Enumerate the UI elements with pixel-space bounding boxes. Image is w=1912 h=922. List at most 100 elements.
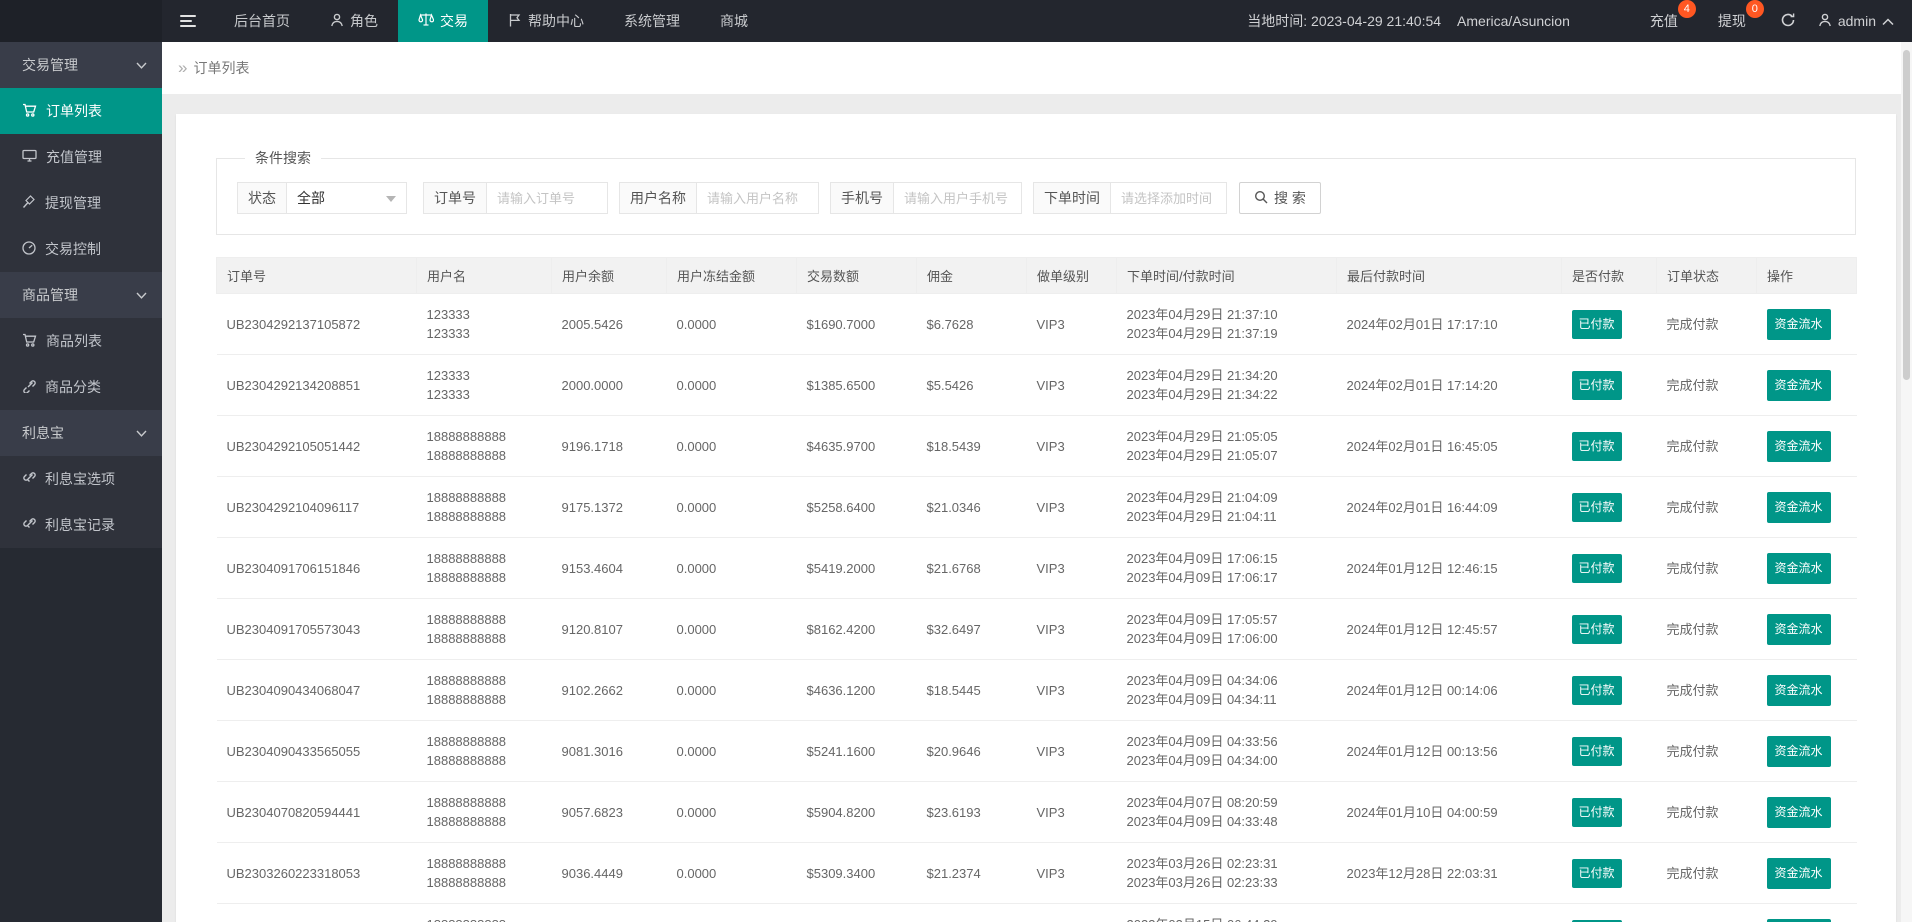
sidebar-group-interest[interactable]: 利息宝 xyxy=(0,410,162,456)
cell-last-pay-time: 2024年01月12日 12:46:15 xyxy=(1336,537,1562,599)
admin-menu[interactable]: admin xyxy=(1818,13,1894,30)
recharge-link[interactable]: 充值 4 xyxy=(1640,0,1696,31)
scrollbar-thumb[interactable] xyxy=(1903,50,1910,380)
recharge-badge: 4 xyxy=(1677,0,1696,18)
cell-commission: $21.0346 xyxy=(916,476,1027,538)
cell-frozen: 0.0000 xyxy=(666,781,797,843)
paid-badge[interactable]: 已付款 xyxy=(1571,614,1622,644)
cell-username: 18888888888 18888888888 xyxy=(416,781,552,843)
nav-item-roles[interactable]: 角色 xyxy=(310,0,398,42)
cell-level: VIP3 xyxy=(1026,537,1117,599)
cell-balance: 9153.4604 xyxy=(551,537,667,599)
fund-flow-button[interactable]: 资金流水 xyxy=(1766,796,1831,828)
cell-action: 资金流水 xyxy=(1756,415,1857,477)
paid-badge[interactable]: 已付款 xyxy=(1571,797,1622,827)
cell-amount: $4635.9700 xyxy=(796,415,917,477)
nav-item-mall[interactable]: 商城 xyxy=(700,0,768,42)
search-legend: 条件搜索 xyxy=(255,150,311,166)
order-time-filter: 下单时间 xyxy=(1033,182,1227,214)
column-header: 交易数额 xyxy=(796,257,917,294)
sidebar-group-product-mgmt[interactable]: 商品管理 xyxy=(0,272,162,318)
status-select[interactable]: 全部 xyxy=(286,182,407,214)
fund-flow-button[interactable]: 资金流水 xyxy=(1766,552,1831,584)
cell-amount: $5258.6400 xyxy=(796,476,917,538)
sidebar-item-interest-records[interactable]: 利息宝记录 xyxy=(0,502,162,548)
cell-level: VIP3 xyxy=(1026,781,1117,843)
nav-item-dashboard[interactable]: 后台首页 xyxy=(214,0,310,42)
sidebar-group-trade-mgmt[interactable]: 交易管理 xyxy=(0,42,162,88)
cell-balance: 9036.4449 xyxy=(551,842,667,904)
paid-badge[interactable]: 已付款 xyxy=(1571,309,1622,339)
cell-username: 18888888888 18888888888 xyxy=(416,659,552,721)
cell-last-pay-time: 2024年01月12日 00:14:06 xyxy=(1336,659,1562,721)
cell-order-no: UB2304090434068047 xyxy=(216,659,417,721)
fund-flow-button[interactable]: 资金流水 xyxy=(1766,918,1831,922)
withdraw-link[interactable]: 提现 0 xyxy=(1708,0,1764,31)
cell-last-pay-time: 2024年02月01日 16:44:09 xyxy=(1336,476,1562,538)
orders-table: 订单号 用户名 用户余额 用户冻结金额 交易数额 佣金 做单级别 下单时间/付款时间 最后付款时… xyxy=(216,257,1857,922)
cart-icon xyxy=(22,103,37,120)
fund-flow-button[interactable]: 资金流水 xyxy=(1766,735,1831,767)
cell-order-no: UB2304090433565055 xyxy=(216,720,417,782)
cell-level: VIP3 xyxy=(1026,415,1117,477)
collapse-menu-button[interactable] xyxy=(162,0,214,42)
order-row: UB2304091705573043 18888888888 188888888… xyxy=(216,598,1857,660)
cell-order-pay-time: 2023年04月29日 21:34:20 2023年04月29日 21:34:2… xyxy=(1116,354,1337,416)
paid-badge[interactable]: 已付款 xyxy=(1571,492,1622,522)
nav-item-trade[interactable]: 交易 xyxy=(398,0,488,42)
order-row: UB2304292104096117 18888888888 188888888… xyxy=(216,476,1857,538)
paid-badge[interactable]: 已付款 xyxy=(1571,553,1622,583)
hamburger-icon xyxy=(180,12,196,30)
username-input[interactable] xyxy=(696,182,819,214)
cell-frozen: 0.0000 xyxy=(666,293,797,355)
sidebar-item-product-category[interactable]: 商品分类 xyxy=(0,364,162,410)
sidebar-item-interest-options[interactable]: 利息宝选项 xyxy=(0,456,162,502)
order-time-label: 下单时间 xyxy=(1033,182,1110,214)
paid-badge[interactable]: 已付款 xyxy=(1571,858,1622,888)
vertical-scrollbar[interactable] xyxy=(1901,42,1912,922)
cell-level: VIP3 xyxy=(1026,476,1117,538)
fund-flow-button[interactable]: 资金流水 xyxy=(1766,491,1831,523)
cell-level: VIP3 xyxy=(1026,293,1117,355)
cell-order-pay-time: 2023年03月26日 02:23:31 2023年03月26日 02:23:3… xyxy=(1116,842,1337,904)
cell-commission: $18.5445 xyxy=(916,659,1027,721)
paid-badge[interactable]: 已付款 xyxy=(1571,370,1622,400)
search-button[interactable]: 搜 索 xyxy=(1239,182,1321,214)
sidebar-item-withdraw-mgmt[interactable]: 提现管理 xyxy=(0,180,162,226)
username-label: 用户名称 xyxy=(619,182,696,214)
paid-badge[interactable]: 已付款 xyxy=(1571,736,1622,766)
order-row: UB2304070820594441 18888888888 188888888… xyxy=(216,781,1857,843)
cell-status: 完成付款 xyxy=(1656,720,1757,782)
column-header: 佣金 xyxy=(916,257,1027,294)
fund-flow-button[interactable]: 资金流水 xyxy=(1766,430,1831,462)
phone-input[interactable] xyxy=(893,182,1022,214)
fund-flow-button[interactable]: 资金流水 xyxy=(1766,613,1831,645)
sidebar-item-product-list[interactable]: 商品列表 xyxy=(0,318,162,364)
order-time-input[interactable] xyxy=(1110,182,1227,214)
paid-badge[interactable]: 已付款 xyxy=(1571,431,1622,461)
nav-item-help[interactable]: 帮助中心 xyxy=(488,0,604,42)
cell-frozen: 0.0000 xyxy=(666,537,797,599)
fund-flow-button[interactable]: 资金流水 xyxy=(1766,674,1831,706)
sidebar-item-recharge-mgmt[interactable]: 充值管理 xyxy=(0,134,162,180)
sidebar-item-order-list[interactable]: 订单列表 xyxy=(0,88,162,134)
column-header: 下单时间/付款时间 xyxy=(1116,257,1337,294)
chevron-down-icon xyxy=(136,430,147,437)
fund-flow-button[interactable]: 资金流水 xyxy=(1766,369,1831,401)
cell-commission: $20.9646 xyxy=(916,720,1027,782)
cell-order-no: UB2304091705573043 xyxy=(216,598,417,660)
fund-flow-button[interactable]: 资金流水 xyxy=(1766,308,1831,340)
refresh-button[interactable] xyxy=(1780,12,1796,31)
order-no-input[interactable] xyxy=(486,182,608,214)
nav-item-system[interactable]: 系统管理 xyxy=(604,0,700,42)
sidebar-item-trade-control[interactable]: 交易控制 xyxy=(0,226,162,272)
cell-order-pay-time: 2023年04月09日 04:34:06 2023年04月09日 04:34:1… xyxy=(1116,659,1337,721)
cell-paid: 已付款 xyxy=(1561,537,1657,599)
cell-paid: 已付款 xyxy=(1561,476,1657,538)
paid-badge[interactable]: 已付款 xyxy=(1571,675,1622,705)
chevron-up-icon xyxy=(1882,13,1894,29)
column-header: 订单号 xyxy=(216,257,417,294)
cell-username: 123333 123333 xyxy=(416,354,552,416)
fund-flow-button[interactable]: 资金流水 xyxy=(1766,857,1831,889)
breadcrumb: » 订单列表 xyxy=(162,42,1912,94)
